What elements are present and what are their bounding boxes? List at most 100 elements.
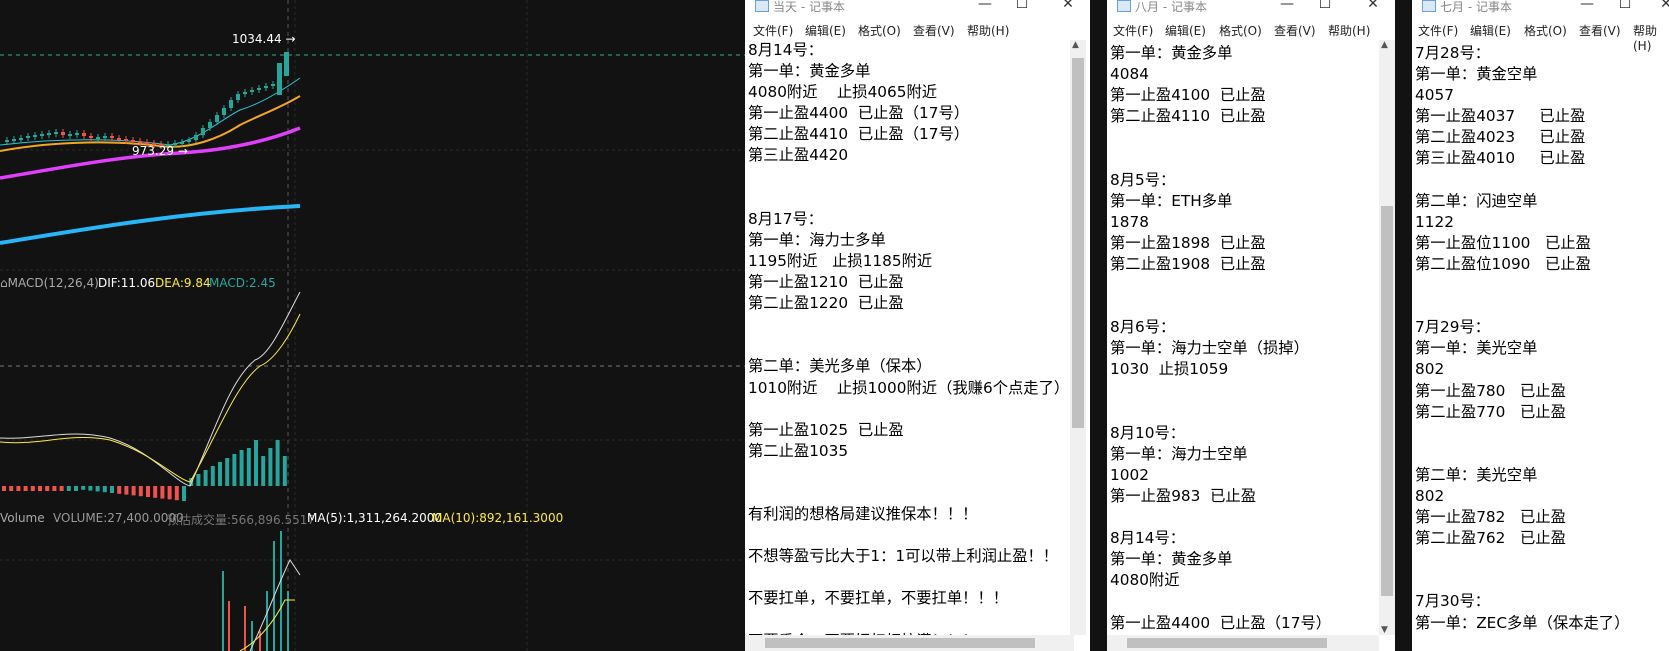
candle-body (96, 137, 100, 139)
horizontal-scrollbar[interactable] (1107, 635, 1379, 651)
volume-bar (244, 606, 246, 651)
text-line: 第一止盈4100 已止盈 (1110, 86, 1266, 105)
vertical-scrollbar[interactable]: ▲ ▼ (1379, 40, 1395, 635)
macd-bar (261, 456, 266, 486)
macd-bar (81, 486, 86, 490)
text-line (1110, 402, 1377, 423)
menu-format[interactable]: 格式(O) (1524, 22, 1567, 39)
menu-view[interactable]: 查看(V) (1274, 22, 1316, 39)
candle-body (236, 94, 240, 100)
text-line: 第二止盈762 已止盈 (1415, 529, 1566, 548)
macd-bar (153, 486, 158, 498)
text-line (748, 167, 1070, 188)
scroll-thumb[interactable] (1381, 206, 1393, 596)
volume-bar (228, 601, 230, 651)
scroll-up-icon[interactable]: ▲ (1072, 40, 1079, 50)
menu-file[interactable]: 文件(F) (753, 22, 793, 39)
window-gap (1395, 0, 1412, 651)
scroll-thumb[interactable] (1072, 58, 1084, 428)
trading-chart[interactable]: 1034.44 → 973.29 → ⌂MACD(12,26,4) DIF:11… (0, 0, 745, 651)
notepad-window-today[interactable]: 当天 - 记事本 — ☐ ✕ 文件(F) 编辑(E) 格式(O) 查看(V) 帮… (745, 0, 1090, 651)
scroll-up-icon[interactable]: ▲ (1381, 40, 1388, 50)
menu-help[interactable]: 帮助(H) (967, 22, 1009, 39)
text-line: 802 (1415, 486, 1445, 505)
close-icon[interactable]: ✕ (1058, 0, 1078, 12)
candle-body (215, 115, 219, 122)
ma-line-blue (0, 204, 301, 245)
title-bar[interactable]: 七月 - 记事本 — ☐ ✕ (1412, 0, 1669, 14)
notepad-window-august[interactable]: 八月 - 记事本 — ☐ ✕ 文件(F) 编辑(E) 格式(O) 查看(V) 帮… (1107, 0, 1395, 651)
macd-bar (66, 486, 71, 491)
menu-edit[interactable]: 编辑(E) (1470, 22, 1511, 39)
text-line: 1195附近 止损1185附近 (748, 251, 933, 270)
macd-bar (218, 462, 222, 486)
candle-body (61, 132, 65, 135)
text-line: 第一单：海力士空单（损掉） (1110, 339, 1309, 358)
horizontal-scroll-thumb[interactable] (765, 638, 1035, 648)
text-line (748, 525, 1070, 546)
window-title: 七月 - 记事本 (1440, 0, 1512, 14)
text-line: 第二止盈位1090 已止盈 (1415, 254, 1591, 273)
text-line: 第一止盈1898 已止盈 (1110, 233, 1266, 252)
volume-bar (280, 531, 282, 651)
candle-body (26, 136, 30, 138)
macd-bar (23, 486, 28, 491)
macd-bar (196, 474, 201, 486)
text-line: 第二单：闪迪空单 (1415, 191, 1538, 210)
menu-view[interactable]: 查看(V) (1579, 22, 1621, 39)
text-line (748, 567, 1070, 588)
close-icon[interactable]: ✕ (1363, 0, 1383, 12)
macd-bar (88, 486, 93, 491)
menu-file[interactable]: 文件(F) (1418, 22, 1458, 39)
menu-edit[interactable]: 编辑(E) (1165, 22, 1206, 39)
close-icon[interactable]: ✕ (1656, 0, 1669, 12)
text-line: 4080附近 止损4065附近 (748, 83, 938, 102)
text-area[interactable]: 第一单：黄金多单 4084 第一止盈4100 已止盈 第二止盈4110 已止盈 8月5号… (1110, 43, 1377, 651)
maximize-icon[interactable]: ☐ (1315, 0, 1335, 12)
vertical-scrollbar[interactable]: ▲ (1070, 40, 1086, 635)
menu-format[interactable]: 格式(O) (858, 22, 901, 39)
notepad-window-july[interactable]: 七月 - 记事本 — ☐ ✕ 文件(F) 编辑(E) 格式(O) 查看(V) 帮… (1412, 0, 1669, 651)
volume-indicator-name: Volume (0, 511, 45, 525)
menu-format[interactable]: 格式(O) (1219, 22, 1262, 39)
text-line: 第二止盈1220 已止盈 (748, 294, 904, 313)
horizontal-scrollbar[interactable] (745, 635, 1074, 651)
candle-body (33, 135, 37, 137)
text-line: 第一单：ETH多单 (1110, 191, 1233, 210)
text-line: 1002 (1110, 465, 1149, 484)
minimize-icon[interactable]: — (1277, 0, 1297, 12)
macd-bar (16, 486, 21, 491)
window-gap (1090, 0, 1107, 651)
candle-body (271, 84, 275, 86)
text-line: 第二止盈1908 已止盈 (1110, 254, 1266, 273)
macd-bar (138, 486, 143, 497)
text-line (748, 399, 1070, 420)
title-bar[interactable]: 八月 - 记事本 — ☐ ✕ (1107, 0, 1395, 14)
volume-bar (222, 571, 224, 651)
text-line: 4080附近 (1110, 571, 1180, 590)
text-line: 8月10号： (1110, 423, 1186, 442)
candle-body (75, 133, 79, 135)
chart-canvas[interactable] (0, 0, 745, 651)
text-line: 第一止盈1210 已止盈 (748, 273, 904, 292)
minimize-icon[interactable]: — (975, 0, 995, 12)
text-area[interactable]: 7月28号： 第一单：黄金空单 4057 第一止盈4037 已止盈 第二止盈4023 已… (1415, 43, 1669, 651)
menu-help[interactable]: 帮助(H) (1328, 22, 1370, 39)
macd-bar (210, 466, 215, 486)
scroll-down-icon[interactable]: ▼ (1381, 625, 1388, 635)
menu-file[interactable]: 文件(F) (1113, 22, 1153, 39)
title-bar[interactable]: 当天 - 记事本 — ☐ ✕ (745, 0, 1090, 14)
candle-body (124, 139, 128, 141)
text-line (1110, 127, 1377, 148)
menu-view[interactable]: 查看(V) (913, 22, 955, 39)
horizontal-scroll-thumb[interactable] (1127, 638, 1327, 648)
minimize-icon[interactable]: — (1577, 0, 1597, 12)
text-line: 第二止盈1035 (748, 441, 849, 460)
menu-edit[interactable]: 编辑(E) (805, 22, 846, 39)
macd-indicator-name: ⌂MACD(12,26,4) (0, 276, 99, 290)
maximize-icon[interactable]: ☐ (1615, 0, 1635, 12)
text-line (1110, 275, 1377, 296)
text-line: 第一单：黄金空单 (1415, 65, 1538, 84)
maximize-icon[interactable]: ☐ (1012, 0, 1032, 12)
text-area[interactable]: 8月14号： 第一单：黄金多单 4080附近 止损4065附近 第一止盈4400 已止… (748, 40, 1070, 651)
